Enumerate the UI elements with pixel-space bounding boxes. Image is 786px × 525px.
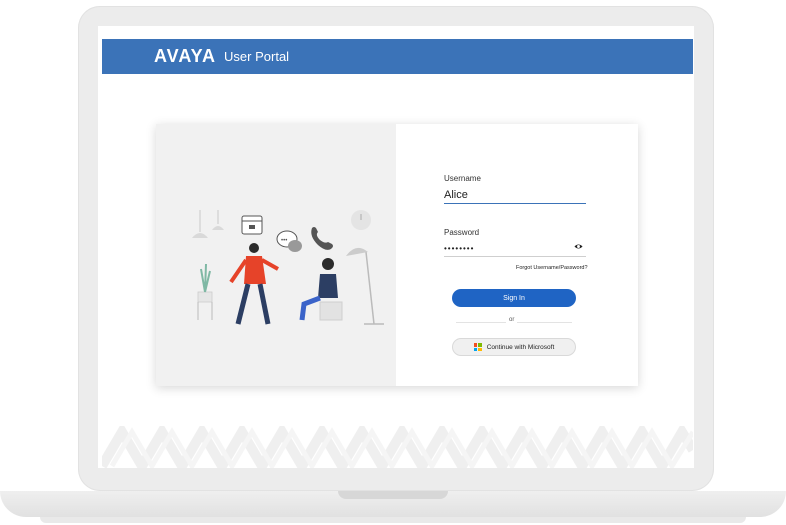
laptop-notch <box>338 491 448 499</box>
laptop-shadow <box>40 517 746 523</box>
eye-icon[interactable] <box>574 242 583 251</box>
illustration-pane: ••• <box>156 124 396 386</box>
username-input[interactable] <box>444 187 586 204</box>
microsoft-button-label: Continue with Microsoft <box>486 343 555 351</box>
avaya-logo: AVAYA <box>154 46 217 66</box>
sign-in-button[interactable]: Sign In <box>452 289 576 307</box>
username-label: Username <box>444 174 481 183</box>
decorative-zigzag-pattern <box>102 426 693 468</box>
password-label: Password <box>444 228 480 237</box>
password-input[interactable] <box>444 240 586 257</box>
or-text: or <box>506 317 518 323</box>
portal-title: User Portal <box>224 49 290 64</box>
continue-with-microsoft-button[interactable]: Continue with Microsoft <box>452 338 576 356</box>
svg-text:•••: ••• <box>281 238 287 244</box>
portal-header: AVAYA User Portal <box>102 39 693 74</box>
forgot-credentials-link[interactable]: Forgot Username/Password? <box>516 265 588 271</box>
laptop-screen: AVAYA User Portal ••• Username Alice Pas… <box>98 26 694 468</box>
login-form: Username Password Forgot Username/Passwo… <box>396 124 638 386</box>
people-chatting-illustration: ••• <box>192 210 384 325</box>
microsoft-logo-icon <box>473 343 482 351</box>
login-card: ••• Username Alice Password •••••••• For… <box>156 124 638 386</box>
